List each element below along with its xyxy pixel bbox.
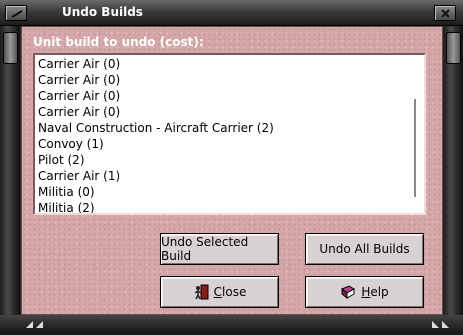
left-frame (0, 26, 20, 315)
close-button[interactable]: Close (160, 276, 279, 308)
list-item[interactable]: Carrier Air (0) (35, 104, 424, 120)
scroll-thumb[interactable] (414, 99, 416, 197)
list-item[interactable]: Carrier Air (0) (35, 56, 424, 72)
help-button[interactable]: Help (305, 276, 424, 308)
list-item[interactable]: Carrier Air (0) (35, 72, 424, 88)
frame-knob (446, 32, 461, 64)
list-scrollbar[interactable] (407, 55, 424, 213)
undo-all-builds-button[interactable]: Undo All Builds (305, 233, 424, 265)
help-label: elp (370, 285, 389, 299)
title-bar[interactable]: Undo Builds (0, 0, 463, 26)
bottom-frame (0, 315, 463, 331)
frame-knob (3, 32, 18, 64)
dialog-body: Unit build to undo (cost): Carrier Air (… (21, 26, 443, 315)
window-title: Undo Builds (62, 5, 143, 19)
button-label: Undo All Builds (319, 242, 410, 256)
list-item[interactable]: Militia (2) (35, 200, 424, 213)
list-item[interactable]: Pilot (2) (35, 152, 424, 168)
unit-build-list[interactable]: Carrier Air (0) Carrier Air (0) Carrier … (33, 53, 426, 215)
list-item[interactable]: Militia (0) (35, 184, 424, 200)
list-item[interactable]: Naval Construction - Aircraft Carrier (2… (35, 120, 424, 136)
exit-door-icon (193, 284, 209, 300)
help-mnemonic: H (361, 285, 371, 299)
close-window-icon[interactable] (434, 5, 456, 21)
undo-selected-build-button[interactable]: Undo Selected Build (160, 233, 279, 265)
help-book-icon (340, 284, 356, 300)
list-item[interactable]: Carrier Air (1) (35, 168, 424, 184)
list-item[interactable]: Convoy (1) (35, 136, 424, 152)
list-item[interactable]: Carrier Air (0) (35, 88, 424, 104)
close-label: lose (222, 285, 247, 299)
resize-arrows-icon (26, 321, 449, 328)
window-menu-icon[interactable] (5, 5, 27, 21)
close-mnemonic: C (213, 285, 223, 299)
button-label: Undo Selected Build (161, 235, 249, 263)
undo-builds-window: Undo Builds Unit build to undo (cost): C… (0, 0, 463, 331)
list-label: Unit build to undo (cost): (33, 35, 204, 49)
right-frame (443, 26, 463, 315)
